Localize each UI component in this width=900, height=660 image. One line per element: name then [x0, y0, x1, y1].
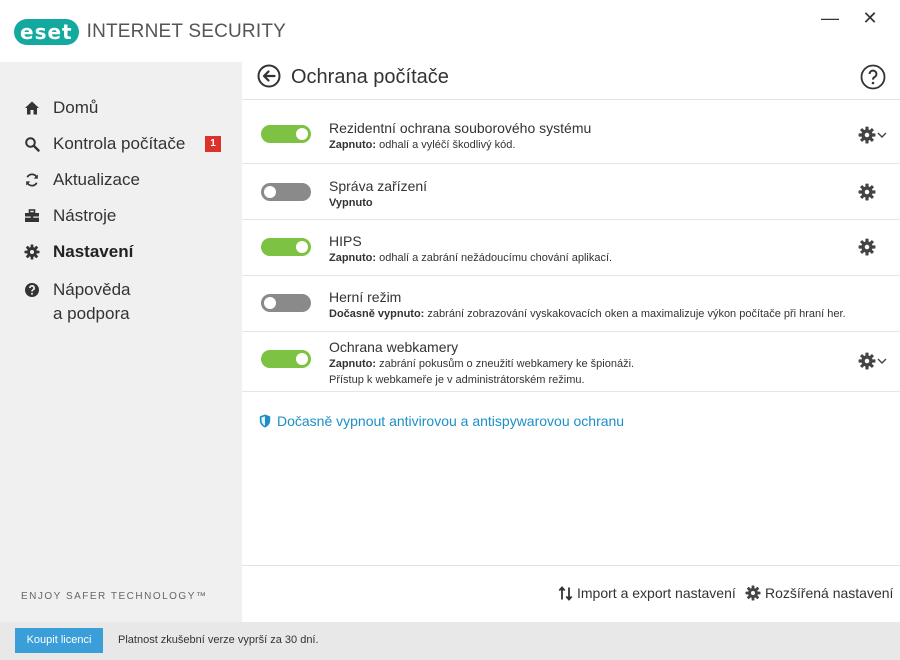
toggle-knob: [264, 186, 276, 198]
import-export-label: Import a export nastavení: [577, 585, 736, 601]
row-status-text-2: Přístup k webkameře je v administrátorsk…: [329, 374, 585, 386]
sidebar-item-label: Kontrola počítače: [53, 134, 186, 153]
sidebar-item-label-line1: Nápověda: [53, 280, 131, 299]
advanced-settings-label: Rozšířená nastavení: [765, 585, 894, 601]
row-status-text: zabrání pokusům o zneužití webkamery ke …: [379, 358, 635, 370]
protection-row-hips: HIPS Zapnuto: odhalí a zabrání nežádoucí…: [242, 220, 900, 276]
shield-icon: [259, 414, 271, 428]
close-button[interactable]: ✕: [852, 8, 888, 30]
home-icon: [24, 100, 40, 116]
row-status-text: zabrání zobrazování vyskakovacích oken a…: [427, 308, 846, 320]
gear-icon: [745, 585, 761, 601]
trial-expiry-text: Platnost zkušební verze vyprší za 30 dní…: [118, 634, 319, 646]
protection-row-gamer-mode: Herní režim Dočasně vypnuto: zabrání zob…: [242, 276, 900, 332]
row-status-text: odhalí a vyléčí škodlivý kód.: [379, 139, 516, 151]
gamer-mode-toggle[interactable]: [261, 294, 311, 312]
webcam-toggle[interactable]: [261, 350, 311, 368]
sidebar-item-label: Nápověda a podpora: [53, 278, 131, 326]
row-status: Zapnuto:: [329, 358, 377, 370]
gear-icon[interactable]: [858, 183, 876, 201]
chevron-down-icon[interactable]: [877, 130, 887, 140]
hips-toggle[interactable]: [261, 238, 311, 256]
pause-protection-link[interactable]: Dočasně vypnout antivirovou a antispywar…: [259, 413, 624, 429]
toggle-knob: [264, 297, 276, 309]
sidebar-item-help[interactable]: Nápověda a podpora: [0, 270, 242, 324]
notification-badge: 1: [205, 136, 221, 152]
protection-row-realtime: Rezidentní ochrana souborového systému Z…: [242, 100, 900, 164]
page-title: Ochrana počítače: [291, 66, 449, 88]
sidebar-item-label: Nástroje: [53, 206, 117, 225]
chevron-down-icon[interactable]: [877, 356, 887, 366]
row-description: Dočasně vypnuto: zabrání zobrazování vys…: [329, 306, 846, 322]
product-name: INTERNET SECURITY: [86, 21, 286, 42]
back-arrow-icon: [257, 64, 281, 88]
sidebar-item-label: Domů: [53, 98, 99, 117]
gear-icon[interactable]: [858, 352, 876, 370]
sidebar-item-label-line2: a podpora: [53, 304, 130, 323]
sidebar-item-scan[interactable]: Kontrola počítače 1: [0, 126, 242, 162]
gear-icon[interactable]: [858, 126, 876, 144]
status-bar: Koupit licenci Platnost zkušební verze v…: [0, 622, 900, 660]
gear-icon: [24, 244, 40, 260]
device-control-toggle[interactable]: [261, 183, 311, 201]
row-title: Herní režim: [329, 289, 402, 305]
help-button[interactable]: [860, 64, 886, 90]
toggle-knob: [296, 241, 308, 253]
buy-license-button[interactable]: Koupit licenci: [15, 628, 103, 653]
row-status-text: odhalí a zabrání nežádoucímu chování apl…: [379, 252, 613, 264]
protection-row-webcam: Ochrana webkamery Zapnuto: zabrání pokus…: [242, 332, 900, 392]
toggle-knob: [296, 353, 308, 365]
import-export-link[interactable]: Import a export nastavení: [558, 585, 736, 601]
logo-badge: eset: [14, 19, 79, 45]
row-description: Zapnuto: odhalí a zabrání nežádoucímu ch…: [329, 250, 612, 266]
footer-divider: [242, 565, 900, 566]
tagline: ENJOY SAFER TECHNOLOGY™: [21, 591, 208, 602]
protection-row-device-control: Správa zařízení Vypnuto: [242, 164, 900, 220]
back-button[interactable]: [257, 64, 281, 88]
sidebar-item-tools[interactable]: Nástroje: [0, 198, 242, 234]
sidebar: Domů Kontrola počítače 1 Aktualizace Nás…: [0, 62, 242, 622]
realtime-toggle[interactable]: [261, 125, 311, 143]
question-icon: [860, 64, 886, 90]
sidebar-nav: Domů Kontrola počítače 1 Aktualizace Nás…: [0, 90, 242, 324]
row-description: Zapnuto: zabrání pokusům o zneužití webk…: [329, 356, 634, 388]
import-export-icon: [558, 585, 573, 601]
eset-logo: eset INTERNET SECURITY: [14, 19, 286, 45]
row-title: HIPS: [329, 233, 362, 249]
sidebar-item-label: Nastavení: [53, 242, 134, 261]
sidebar-item-home[interactable]: Domů: [0, 90, 242, 126]
toggle-knob: [296, 128, 308, 140]
row-status: Dočasně vypnuto:: [329, 308, 425, 320]
main-panel: Ochrana počítače Rezidentní ochrana soub…: [242, 62, 900, 622]
row-status: Zapnuto:: [329, 139, 377, 151]
help-icon: [24, 282, 40, 298]
sidebar-item-label: Aktualizace: [53, 170, 140, 189]
row-status: Zapnuto:: [329, 252, 377, 264]
search-icon: [24, 136, 40, 152]
row-title: Rezidentní ochrana souborového systému: [329, 120, 592, 136]
advanced-settings-link[interactable]: Rozšířená nastavení: [745, 585, 893, 601]
sidebar-item-settings[interactable]: Nastavení: [0, 234, 242, 270]
pause-link-label: Dočasně vypnout antivirovou a antispywar…: [277, 413, 625, 429]
row-description: Vypnuto: [329, 195, 373, 211]
toolbox-icon: [24, 208, 40, 224]
sidebar-item-update[interactable]: Aktualizace: [0, 162, 242, 198]
row-title: Správa zařízení: [329, 178, 428, 194]
refresh-icon: [24, 172, 40, 188]
row-description: Zapnuto: odhalí a vyléčí škodlivý kód.: [329, 137, 515, 153]
title-bar: eset INTERNET SECURITY — ✕: [0, 0, 900, 62]
row-title: Ochrana webkamery: [329, 339, 459, 355]
row-status: Vypnuto: [329, 197, 373, 209]
gear-icon[interactable]: [858, 238, 876, 256]
minimize-button[interactable]: —: [812, 8, 848, 30]
